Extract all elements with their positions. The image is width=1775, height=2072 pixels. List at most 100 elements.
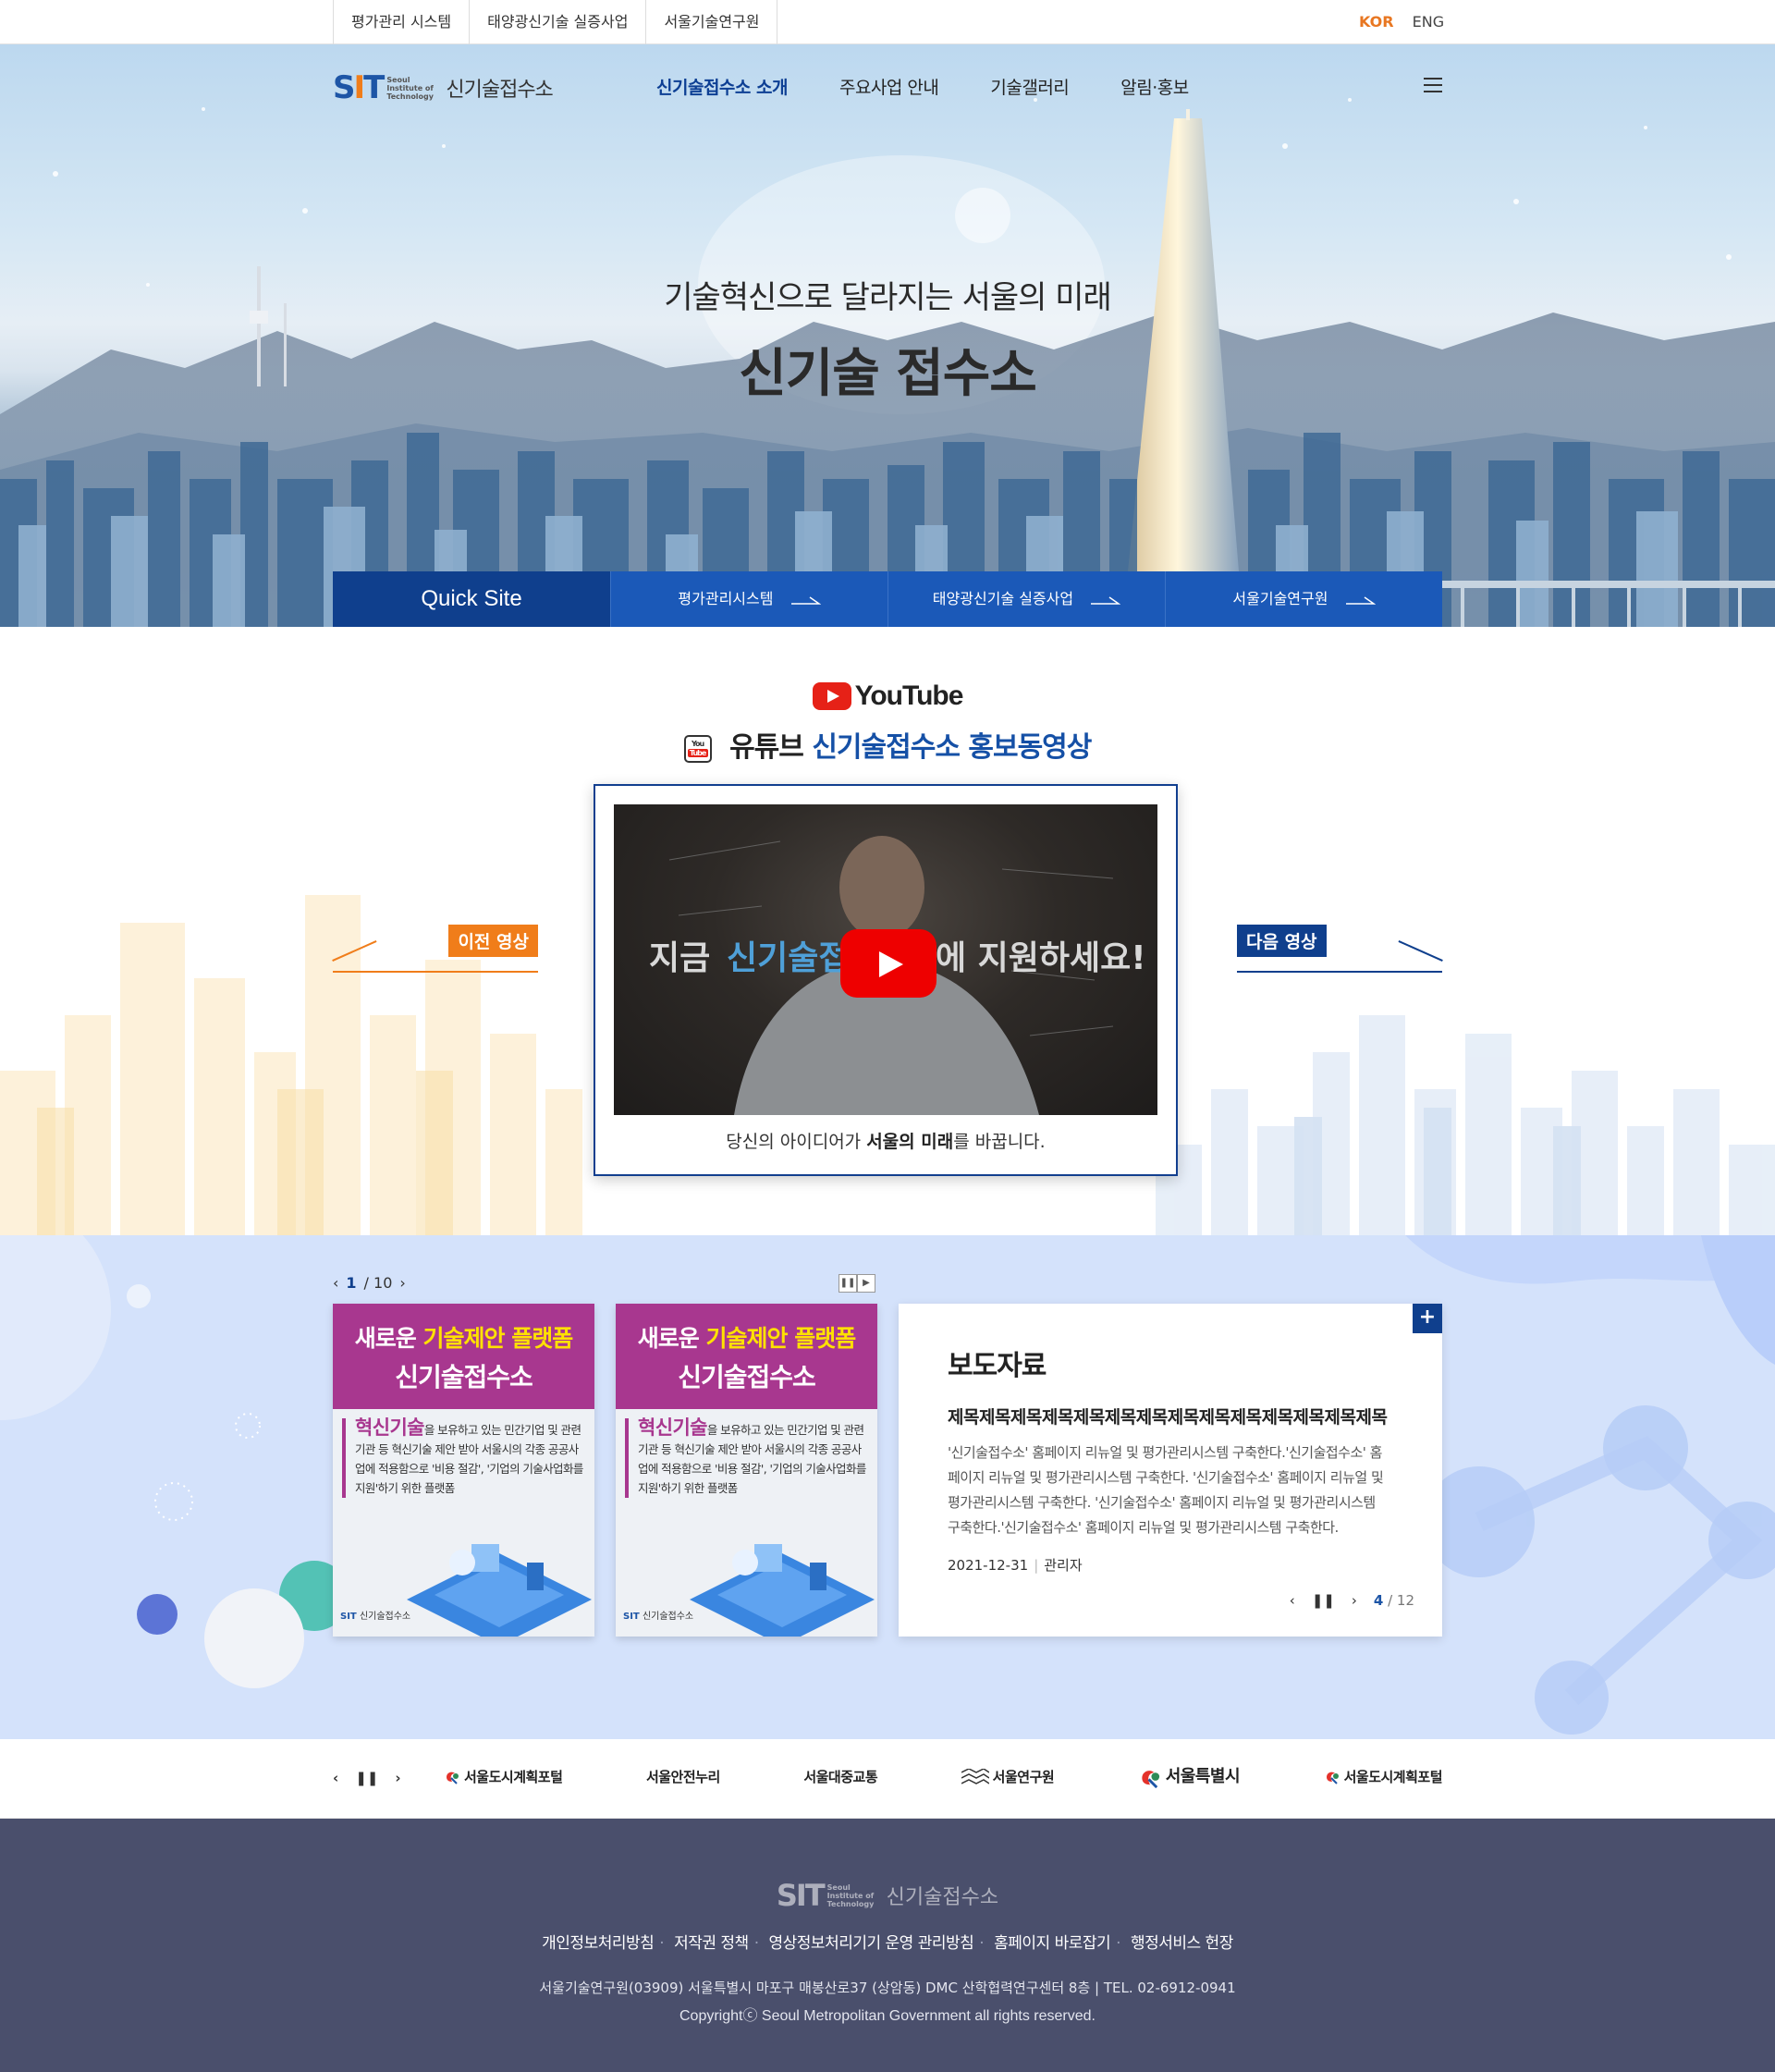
next-video-button[interactable]: 다음 영상 [1237, 925, 1443, 976]
youtube-section-title: You Tube 유튜브 신기술접수소 홍보동영상 [0, 724, 1775, 765]
quick-link-evaluation[interactable]: 평가관리시스템 [610, 571, 888, 627]
arrow-right-icon [1398, 940, 1443, 962]
press-page-current: 4 [1373, 1592, 1384, 1609]
banner-item[interactable]: 서울도시계획포털 [444, 1767, 563, 1786]
play-icon[interactable]: ▶ [857, 1274, 875, 1293]
chevron-right-icon[interactable]: › [399, 1274, 405, 1292]
promo-card-text: 혁신기술을 보유하고 있는 민간기업 및 관련기관 등 혁신기술 제안 받아 서… [625, 1418, 870, 1498]
chevron-left-icon[interactable]: ‹ [1290, 1592, 1295, 1609]
youtube-title-prefix: 유튜브 [729, 731, 804, 764]
banner-controls: ‹ ❚❚ › [333, 1770, 401, 1786]
language-switch: KOR ENG [1359, 0, 1444, 44]
seoul-institute-icon [961, 1769, 989, 1785]
footer-logo: SIT Seoul Institute of Technology 신기술접수소 [776, 1878, 999, 1913]
banner-item[interactable]: 서울안전누리 [646, 1767, 720, 1786]
menu-item-about[interactable]: 신기술접수소 소개 [656, 74, 788, 99]
pause-icon[interactable]: ❚❚ [1312, 1592, 1335, 1609]
seoul-symbol-icon [447, 1772, 459, 1784]
footer-link-privacy[interactable]: 개인정보처리방침 [542, 1934, 655, 1953]
video-player[interactable]: 지금 신기술접 에 지원하세요! [614, 804, 1157, 1115]
footer-link-report[interactable]: 홈페이지 바로잡기 [994, 1934, 1111, 1953]
youtube-title-main: 신기술접수소 홍보동영상 [812, 731, 1092, 764]
promo-card[interactable]: 새로운 기술제안 플랫폼 신기술접수소 혁신기술을 보유하고 있는 민간기업 및… [333, 1304, 594, 1637]
pager-current: 1 [346, 1274, 357, 1292]
press-nav: ‹ ❚❚ › 4 / 12 [1289, 1592, 1414, 1609]
prev-video-label: 이전 영상 [448, 925, 538, 957]
youtube-play-icon [812, 682, 851, 710]
lang-kor[interactable]: KOR [1359, 0, 1394, 44]
menu-item-business[interactable]: 주요사업 안내 [839, 74, 939, 99]
util-link-institute[interactable]: 서울기술연구원 [646, 0, 778, 44]
family-links: 평가관리 시스템 태양광신기술 실증사업 서울기술연구원 [333, 0, 778, 44]
promo-card-header: 새로운 기술제안 플랫폼 신기술접수소 [333, 1304, 594, 1409]
hero-headline: 기술혁신으로 달라지는 서울의 미래 신기술 접수소 [0, 272, 1775, 407]
quick-link-label: 태양광신기술 실증사업 [932, 590, 1074, 607]
next-video-label: 다음 영상 [1237, 925, 1327, 957]
banner-list: 서울도시계획포털 서울안전누리 서울대중교통 서울연구원 서울특별시 서울도시계… [444, 1763, 1443, 1790]
util-link-evaluation[interactable]: 평가관리 시스템 [334, 0, 471, 44]
quick-link-solar[interactable]: 태양광신기술 실증사업 [888, 571, 1165, 627]
logo-subtitle: Seoul Institute of Technology [386, 75, 434, 101]
press-subject[interactable]: 제목제목제목제목제목제목제목제목제목제목제목제목제목제목 [948, 1404, 1391, 1428]
more-plus-icon[interactable]: + [1413, 1304, 1442, 1333]
promo-card-header: 새로운 기술제안 플랫폼 신기술접수소 [616, 1304, 877, 1409]
youtube-logo: YouTube [0, 680, 1775, 712]
hamburger-menu-icon[interactable] [1424, 78, 1442, 92]
decorative-background [0, 1235, 1775, 1735]
press-release-panel: + 보도자료 제목제목제목제목제목제목제목제목제목제목제목제목제목제목 '신기술… [899, 1304, 1442, 1637]
banner-item[interactable]: 서울도시계획포털 [1324, 1767, 1443, 1786]
lang-eng[interactable]: ENG [1413, 0, 1444, 44]
press-title: 보도자료 [948, 1350, 1047, 1382]
chevron-left-icon[interactable]: ‹ [333, 1274, 338, 1292]
promo-card-footer: SIT 신기술접수소 [623, 1612, 694, 1622]
video-overlay-word: 지금 [649, 939, 710, 977]
arrow-left-icon [332, 940, 377, 962]
quick-link-label: 서울기술연구원 [1232, 590, 1328, 607]
footer-links: 개인정보처리방침 · 저작권 정책 · 영상정보처리기기 운영 관리방침 · 홈페이지… [542, 1934, 1233, 1953]
util-link-solar[interactable]: 태양광신기술 실증사업 [470, 0, 647, 44]
footer-link-copyright[interactable]: 저작권 정책 [674, 1934, 749, 1953]
press-description: '신기술접수소' 홈페이지 리뉴얼 및 평가관리시스템 구축한다.'신기술접수소… [948, 1444, 1384, 1536]
global-navigation: SIT Seoul Institute of Technology 신기술접수소… [0, 44, 1775, 128]
youtube-section: YouTube You Tube 유튜브 신기술접수소 홍보동영상 이전 영상 다… [0, 627, 1775, 1235]
utility-bar: 평가관리 시스템 태양광신기술 실증사업 서울기술연구원 KOR ENG [0, 0, 1775, 44]
promo-card-text: 혁신기술을 보유하고 있는 민간기업 및 관련기관 등 혁신기술 제안 받아 서… [342, 1418, 587, 1498]
menu-item-gallery[interactable]: 기술갤러리 [990, 74, 1069, 99]
promo-card[interactable]: 새로운 기술제안 플랫폼 신기술접수소 혁신기술을 보유하고 있는 민간기업 및… [616, 1304, 877, 1637]
banner-item[interactable]: 서울대중교통 [803, 1767, 877, 1786]
pause-icon[interactable]: ❚❚ [355, 1770, 378, 1786]
pause-icon[interactable]: ❚❚ [839, 1274, 857, 1293]
arrow-right-icon [1091, 595, 1121, 605]
hero-visual: SIT Seoul Institute of Technology 신기술접수소… [0, 44, 1775, 627]
promo-card-footer: SIT 신기술접수소 [340, 1612, 411, 1622]
footer-address: 서울기술연구원(03909) 서울특별시 마포구 매봉산로37 (상암동) DM… [539, 1980, 1236, 1996]
news-section: ‹ 1 / 10 › ❚❚ ▶ 새로운 기술제안 플랫폼 신기술접수소 혁신기술… [0, 1235, 1775, 1739]
video-caption: 당신의 아이디어가 서울의 미래를 바꿉니다. [726, 1132, 1046, 1152]
press-author: 관리자 [1044, 1557, 1083, 1574]
chevron-left-icon[interactable]: ‹ [333, 1770, 338, 1786]
press-page-total: 12 [1396, 1592, 1414, 1609]
banner-item[interactable]: 서울연구원 [961, 1767, 1055, 1786]
main-menu: 신기술접수소 소개 주요사업 안내 기술갤러리 알림·홍보 [656, 74, 1189, 99]
site-footer: SIT Seoul Institute of Technology 신기술접수소… [0, 1819, 1775, 2072]
footer-link-cctv[interactable]: 영상정보처리기기 운영 관리방침 [769, 1934, 974, 1953]
quick-link-institute[interactable]: 서울기술연구원 [1165, 571, 1442, 627]
menu-item-news[interactable]: 알림·홍보 [1120, 74, 1189, 99]
banner-item[interactable]: 서울특별시 [1138, 1763, 1241, 1790]
youtube-wordmark: YouTube [854, 680, 964, 711]
hero-title: 신기술 접수소 [739, 344, 1037, 404]
arrow-right-icon [790, 595, 821, 605]
press-meta: 2021-12-31 | 관리자 [948, 1557, 1083, 1574]
chevron-right-icon[interactable]: › [395, 1770, 400, 1786]
seoul-symbol-icon [1142, 1770, 1159, 1788]
footer-link-charter[interactable]: 행정서비스 헌장 [1131, 1934, 1233, 1953]
prev-video-button[interactable]: 이전 영상 [332, 925, 538, 976]
related-sites-banner: ‹ ❚❚ › 서울도시계획포털 서울안전누리 서울대중교통 서울연구원 서울특별… [0, 1739, 1775, 1819]
chevron-right-icon[interactable]: › [1352, 1592, 1357, 1609]
site-logo[interactable]: SIT Seoul Institute of Technology 신기술접수소 [333, 72, 554, 104]
pager-total: / 10 [363, 1274, 393, 1292]
video-play-button[interactable] [840, 929, 936, 998]
arrow-right-icon [1345, 595, 1376, 605]
video-overlay-highlight: 신기술접 [727, 939, 849, 977]
press-date: 2021-12-31 [948, 1557, 1029, 1574]
